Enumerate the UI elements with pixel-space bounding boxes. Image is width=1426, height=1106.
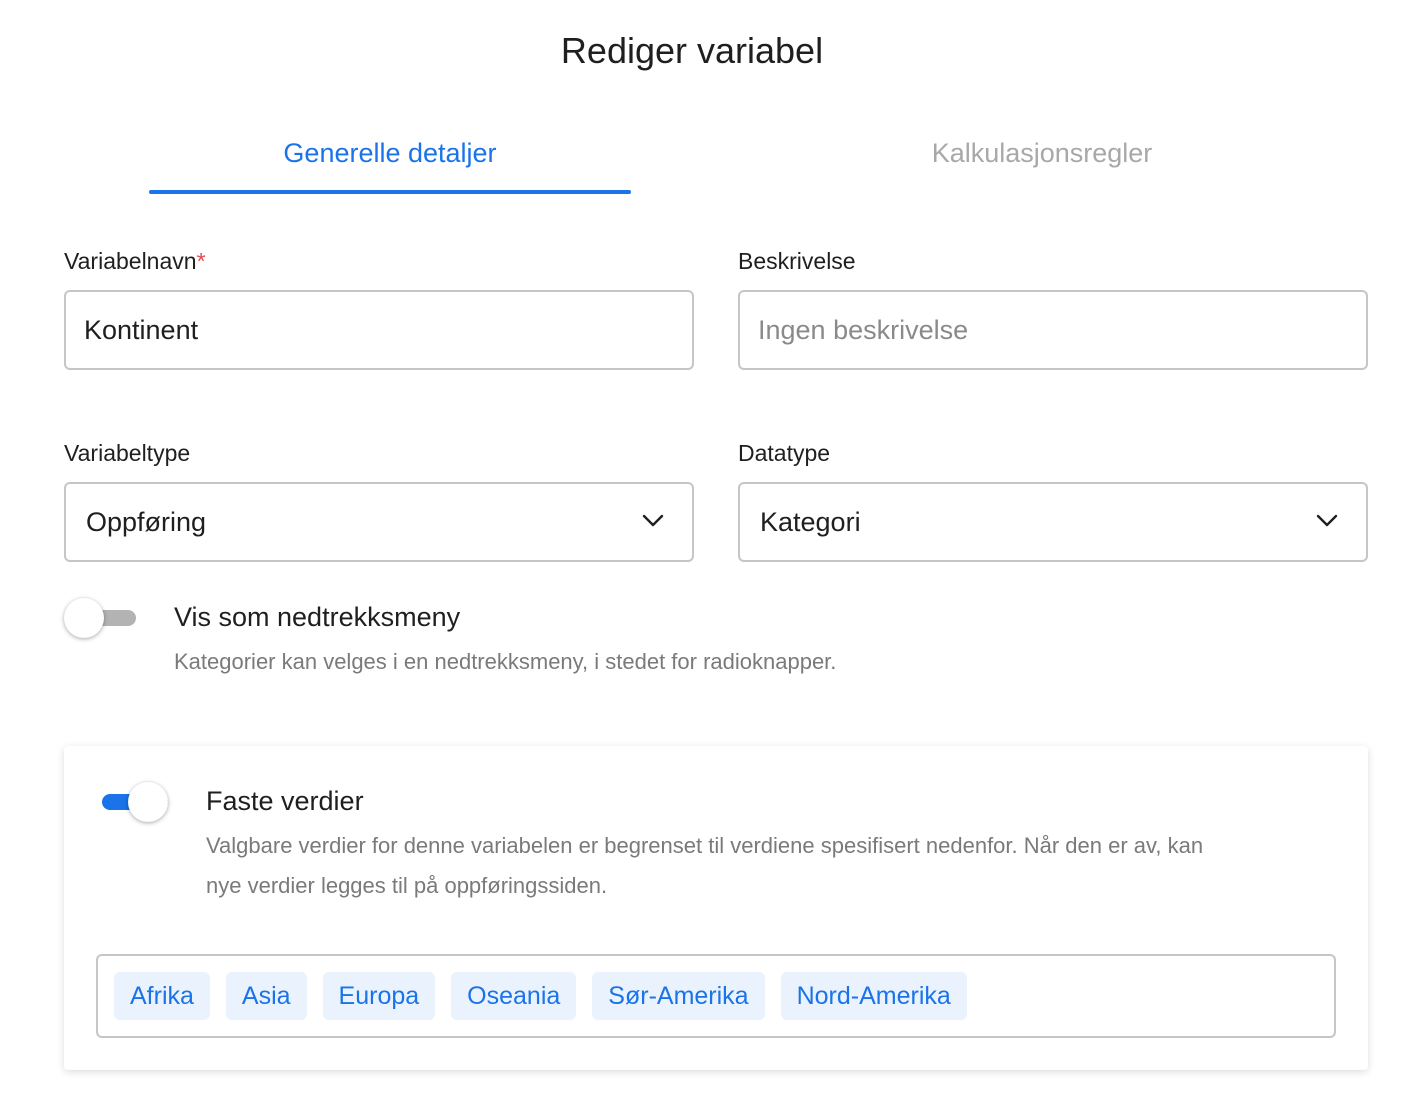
- data-type-label: Datatype: [738, 440, 831, 466]
- dropdown-option-title: Vis som nedtrekksmeny: [174, 602, 461, 632]
- dialog-title: Rediger variabel: [560, 30, 824, 71]
- fixed-values-card: Faste verdier Valgbare verdier for denne…: [64, 746, 1368, 1070]
- variable-type-selected-value: Oppføring: [86, 507, 207, 537]
- variable-name-label: Variabelnavn*: [64, 248, 206, 275]
- required-marker: *: [196, 248, 206, 274]
- chevron-down-icon: [1316, 514, 1338, 527]
- description-field-wrapper: [738, 290, 1368, 370]
- value-chip-afrika[interactable]: Afrika: [114, 972, 210, 1020]
- fixed-values-description-line-2: nye verdier legges til på oppføringsside…: [206, 873, 608, 898]
- fixed-values-title: Faste verdier: [206, 786, 364, 816]
- fixed-values-description-line-1: Valgbare verdier for denne variabelen er…: [206, 833, 1204, 858]
- dropdown-option-description: Kategorier kan velges i en nedtrekksmeny…: [174, 649, 837, 674]
- data-type-selected-value: Kategori: [760, 507, 861, 537]
- variable-type-label: Variabeltype: [64, 440, 191, 466]
- value-chip-europa[interactable]: Europa: [322, 972, 436, 1020]
- value-chip-sor-amerika[interactable]: Sør-Amerika: [592, 972, 765, 1020]
- fixed-values-toggle[interactable]: [96, 780, 170, 824]
- variable-name-input[interactable]: [66, 292, 692, 368]
- fixed-values-tag-input[interactable]: Afrika Asia Europa Oseania Sør-Amerika N…: [96, 954, 1336, 1038]
- variable-name-label-text: Variabelnavn: [64, 248, 197, 274]
- description-input[interactable]: [740, 292, 1366, 368]
- toggle-knob: [128, 782, 168, 822]
- value-chip-oseania[interactable]: Oseania: [451, 972, 577, 1020]
- tab-general-details[interactable]: Generelle detaljer: [149, 118, 631, 194]
- tab-bar: Generelle detaljer Kalkulasjonsregler: [64, 118, 1368, 198]
- dropdown-toggle[interactable]: [64, 596, 138, 640]
- variable-name-field-wrapper: [64, 290, 694, 370]
- value-chip-nord-amerika[interactable]: Nord-Amerika: [780, 972, 967, 1020]
- description-label: Beskrivelse: [738, 248, 856, 274]
- value-chip-asia[interactable]: Asia: [225, 972, 307, 1020]
- toggle-knob: [64, 598, 104, 638]
- data-type-select[interactable]: Kategori: [738, 482, 1368, 562]
- fixed-values-description: Valgbare verdier for denne variabelen er…: [206, 826, 1336, 906]
- tab-calculation-rules[interactable]: Kalkulasjonsregler: [801, 118, 1283, 194]
- variable-type-select[interactable]: Oppføring: [64, 482, 694, 562]
- chevron-down-icon: [642, 514, 664, 527]
